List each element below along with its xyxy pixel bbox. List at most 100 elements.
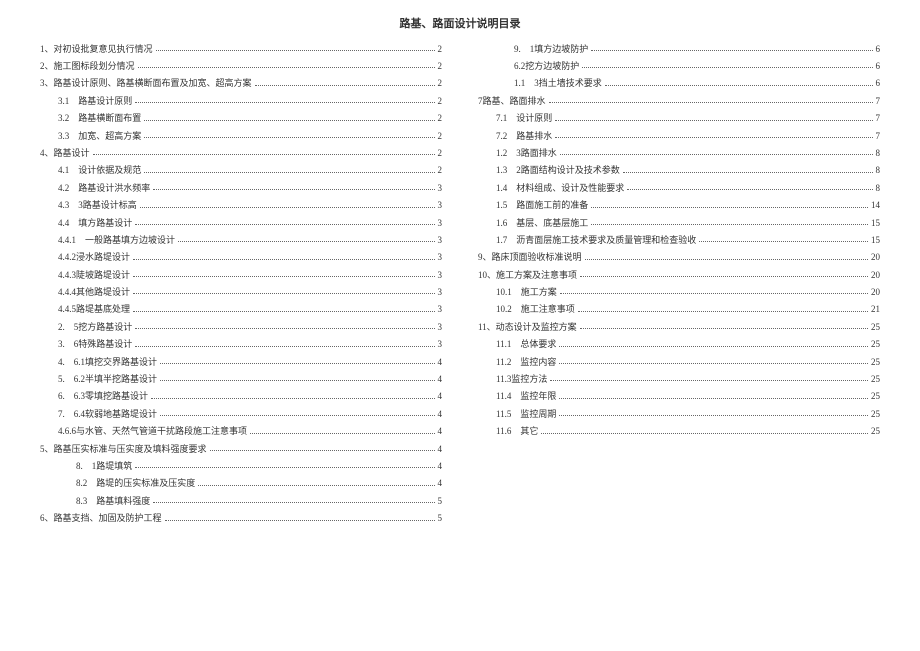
toc-page-number: 4 xyxy=(438,459,443,473)
toc-leader-dots xyxy=(135,328,434,329)
toc-entry: 11.4 监控年限 25 xyxy=(478,389,880,403)
toc-label: 4.3 3路基设计标高 xyxy=(58,198,137,212)
toc-page-number: 7 xyxy=(876,94,881,108)
toc-page-number: 2 xyxy=(438,59,443,73)
toc-entry: 3.3 加宽、超高方案2 xyxy=(40,129,442,143)
toc-leader-dots xyxy=(591,207,868,208)
toc-page-number: 3 xyxy=(438,268,443,282)
toc-label: 4.4.3陡坡路堤设计 xyxy=(58,268,130,282)
toc-leader-dots xyxy=(135,467,434,468)
toc-page-number: 4 xyxy=(438,407,443,421)
toc-page-number: 7 xyxy=(876,129,881,143)
toc-leader-dots xyxy=(578,311,868,312)
toc-page-number: 2 xyxy=(438,111,443,125)
toc-entry: 5. 6.2半填半挖路基设计 4 xyxy=(40,372,442,386)
toc-label: 11.1 总体要求 xyxy=(496,337,556,351)
toc-label: 1.6 基层、底基层施工 xyxy=(496,216,588,230)
toc-label: 1.2 3路面排水 xyxy=(496,146,557,160)
toc-label: 3.1 路基设计原则 xyxy=(58,94,132,108)
toc-leader-dots xyxy=(559,363,868,364)
toc-entry: 7.2 路基排水 7 xyxy=(478,129,880,143)
toc-label: 7.2 路基排水 xyxy=(496,129,552,143)
toc-leader-dots xyxy=(580,328,868,329)
toc-leader-dots xyxy=(559,415,868,416)
toc-entry: 4、路基设计2 xyxy=(40,146,442,160)
toc-leader-dots xyxy=(93,154,435,155)
toc-entry: 6. 6.3零填挖路基设计4 xyxy=(40,389,442,403)
toc-entry: 7. 6.4软弱地基路堤设计 4 xyxy=(40,407,442,421)
toc-label: 4.4 填方路基设计 xyxy=(58,216,132,230)
toc-label: 11.3监控方法 xyxy=(496,372,547,386)
toc-label: 11.4 监控年限 xyxy=(496,389,556,403)
toc-page-number: 3 xyxy=(438,233,443,247)
toc-leader-dots xyxy=(623,172,873,173)
toc-leader-dots xyxy=(138,67,435,68)
toc-entry: 8.3 路基填料强度5 xyxy=(40,494,442,508)
toc-entry: 4.4.5路堤基底处理3 xyxy=(40,302,442,316)
toc-label: 6、路基支挡、加固及防护工程 xyxy=(40,511,162,525)
toc-label: 8.3 路基填料强度 xyxy=(76,494,150,508)
toc-label: 11.2 监控内容 xyxy=(496,355,556,369)
toc-page-number: 4 xyxy=(438,355,443,369)
toc-leader-dots xyxy=(178,241,434,242)
toc-entry: 1.5 路面施工前的准备14 xyxy=(478,198,880,212)
toc-page-number: 3 xyxy=(438,198,443,212)
toc-label: 4.4.1 一般路基填方边坡设计 xyxy=(58,233,175,247)
toc-column-right: 9. 1填方边坡防护66.2挖方边坡防护61.1 3挡土墙技术要求67路基、路面… xyxy=(478,42,880,529)
toc-page-number: 4 xyxy=(438,372,443,386)
toc-label: 11.5 监控周期 xyxy=(496,407,556,421)
toc-label: 6. 6.3零填挖路基设计 xyxy=(58,389,148,403)
toc-label: 4.4.2浸水路堤设计 xyxy=(58,250,130,264)
toc-leader-dots xyxy=(605,85,873,86)
toc-leader-dots xyxy=(156,50,435,51)
toc-page-number: 6 xyxy=(876,59,881,73)
toc-page-number: 25 xyxy=(871,424,880,438)
toc-label: 3、路基设计原则、路基横断面布置及加宽、超高方案 xyxy=(40,76,252,90)
toc-entry: 11.6 其它 25 xyxy=(478,424,880,438)
toc-entry: 4.6.6与水管、天然气管道干扰路段施工注意事项4 xyxy=(40,424,442,438)
toc-label: 7. 6.4软弱地基路堤设计 xyxy=(58,407,157,421)
toc-page-number: 3 xyxy=(438,337,443,351)
toc-entry: 9、路床顶面验收标准说明 20 xyxy=(478,250,880,264)
toc-label: 4.4.4其他路堤设计 xyxy=(58,285,130,299)
toc-label: 4.1 设计依据及规范 xyxy=(58,163,141,177)
toc-leader-dots xyxy=(144,172,434,173)
toc-entry: 3、路基设计原则、路基横断面布置及加宽、超高方案 2 xyxy=(40,76,442,90)
toc-leader-dots xyxy=(151,398,434,399)
toc-entry: 8. 1路堤填筑4 xyxy=(40,459,442,473)
toc-leader-dots xyxy=(582,67,872,68)
toc-label: 5. 6.2半填半挖路基设计 xyxy=(58,372,157,386)
toc-entry: 1、对初设批复意见执行情况2 xyxy=(40,42,442,56)
toc-leader-dots xyxy=(560,293,868,294)
toc-label: 11.6 其它 xyxy=(496,424,538,438)
toc-page-number: 2 xyxy=(438,94,443,108)
toc-page-number: 20 xyxy=(871,250,880,264)
toc-entry: 1.4 材料组成、设计及性能要求8 xyxy=(478,181,880,195)
toc-leader-dots xyxy=(591,50,872,51)
toc-page-number: 8 xyxy=(876,146,881,160)
toc-column-left: 1、对初设批复意见执行情况22、施工图标段划分情况23、路基设计原则、路基横断面… xyxy=(40,42,442,529)
toc-leader-dots xyxy=(153,189,434,190)
toc-entry: 11、动态设计及监控方案25 xyxy=(478,320,880,334)
toc-entry: 11.2 监控内容25 xyxy=(478,355,880,369)
toc-leader-dots xyxy=(140,207,435,208)
toc-entry: 11.3监控方法25 xyxy=(478,372,880,386)
toc-entry: 3. 6特殊路基设计3 xyxy=(40,337,442,351)
toc-page-number: 25 xyxy=(871,407,880,421)
toc-label: 1.7 沥青面层施工技术要求及质量管理和检查验收 xyxy=(496,233,696,247)
toc-label: 10、施工方案及注意事项 xyxy=(478,268,577,282)
toc-leader-dots xyxy=(153,502,434,503)
toc-page-number: 2 xyxy=(438,42,443,56)
toc-entry: 1.7 沥青面层施工技术要求及质量管理和检查验收 15 xyxy=(478,233,880,247)
toc-entry: 6.2挖方边坡防护6 xyxy=(478,59,880,73)
toc-leader-dots xyxy=(133,293,434,294)
toc-page-number: 15 xyxy=(871,216,880,230)
toc-page-number: 2 xyxy=(438,76,443,90)
toc-page-number: 2 xyxy=(438,129,443,143)
toc-page-number: 2 xyxy=(438,163,443,177)
toc-label: 10.1 施工方案 xyxy=(496,285,557,299)
toc-label: 1.4 材料组成、设计及性能要求 xyxy=(496,181,624,195)
toc-page-number: 15 xyxy=(871,233,880,247)
toc-page-number: 25 xyxy=(871,389,880,403)
toc-label: 9、路床顶面验收标准说明 xyxy=(478,250,582,264)
